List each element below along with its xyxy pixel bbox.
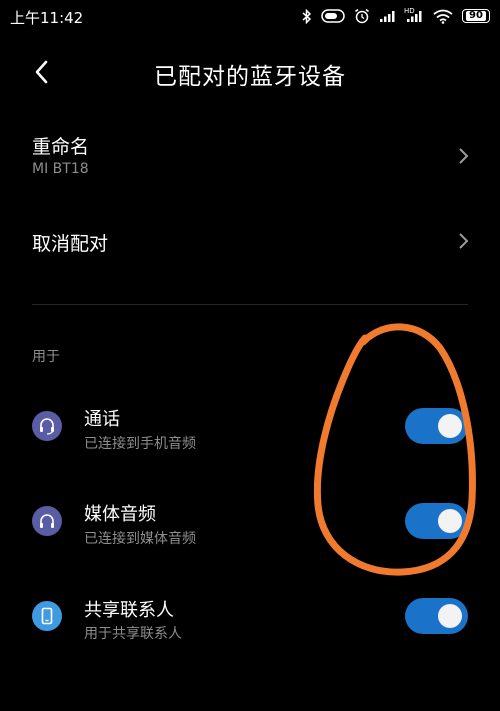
profile-title: 通话 xyxy=(84,409,120,430)
data-saver-icon xyxy=(321,9,345,23)
phone-icon xyxy=(32,601,62,631)
bluetooth-icon xyxy=(302,8,312,24)
battery-level: 90 xyxy=(466,11,486,21)
status-icons: HD 90 xyxy=(301,6,490,26)
device-name: MI BT18 xyxy=(32,161,89,177)
status-bar: 上午11:42 HD 90 xyxy=(0,0,500,34)
nav-bar: 已配对的蓝牙设备 xyxy=(0,44,500,100)
headphones-icon xyxy=(32,506,62,536)
profile-call: 通话 已连接到手机音频 xyxy=(0,388,500,468)
alarm-icon xyxy=(355,8,369,24)
rename-row[interactable]: 重命名 MI BT18 xyxy=(0,118,500,194)
section-divider xyxy=(32,304,468,305)
battery-icon: 90 xyxy=(462,9,490,23)
page-title: 已配对的蓝牙设备 xyxy=(154,64,346,90)
chevron-right-icon xyxy=(459,233,469,249)
toggle-knob xyxy=(438,414,462,438)
unpair-row[interactable]: 取消配对 xyxy=(0,212,500,272)
toggle-knob xyxy=(438,604,462,628)
profile-media-audio: 媒体音频 已连接到媒体音频 xyxy=(0,484,500,564)
profile-subtitle: 已连接到媒体音频 xyxy=(84,531,196,547)
signal-hd-icon: HD xyxy=(404,7,424,23)
call-toggle[interactable] xyxy=(405,408,468,444)
profile-subtitle: 用于共享联系人 xyxy=(84,626,182,642)
toggle-knob xyxy=(438,509,462,533)
profile-title: 共享联系人 xyxy=(84,600,174,621)
rename-title: 重命名 xyxy=(32,136,90,158)
chevron-right-icon xyxy=(459,148,469,164)
hd-label: HD xyxy=(404,7,415,15)
unpair-title: 取消配对 xyxy=(32,233,109,255)
section-label: 用于 xyxy=(32,349,60,365)
signal-icon xyxy=(380,11,395,22)
profile-title: 媒体音频 xyxy=(84,504,156,525)
share-contacts-toggle[interactable] xyxy=(405,598,468,634)
status-time: 上午11:42 xyxy=(10,9,84,27)
headset-icon xyxy=(32,411,62,441)
media-audio-toggle[interactable] xyxy=(405,503,468,539)
wifi-icon xyxy=(433,9,453,24)
profile-share-contacts: 共享联系人 用于共享联系人 xyxy=(0,580,500,660)
profile-subtitle: 已连接到手机音频 xyxy=(84,436,196,452)
